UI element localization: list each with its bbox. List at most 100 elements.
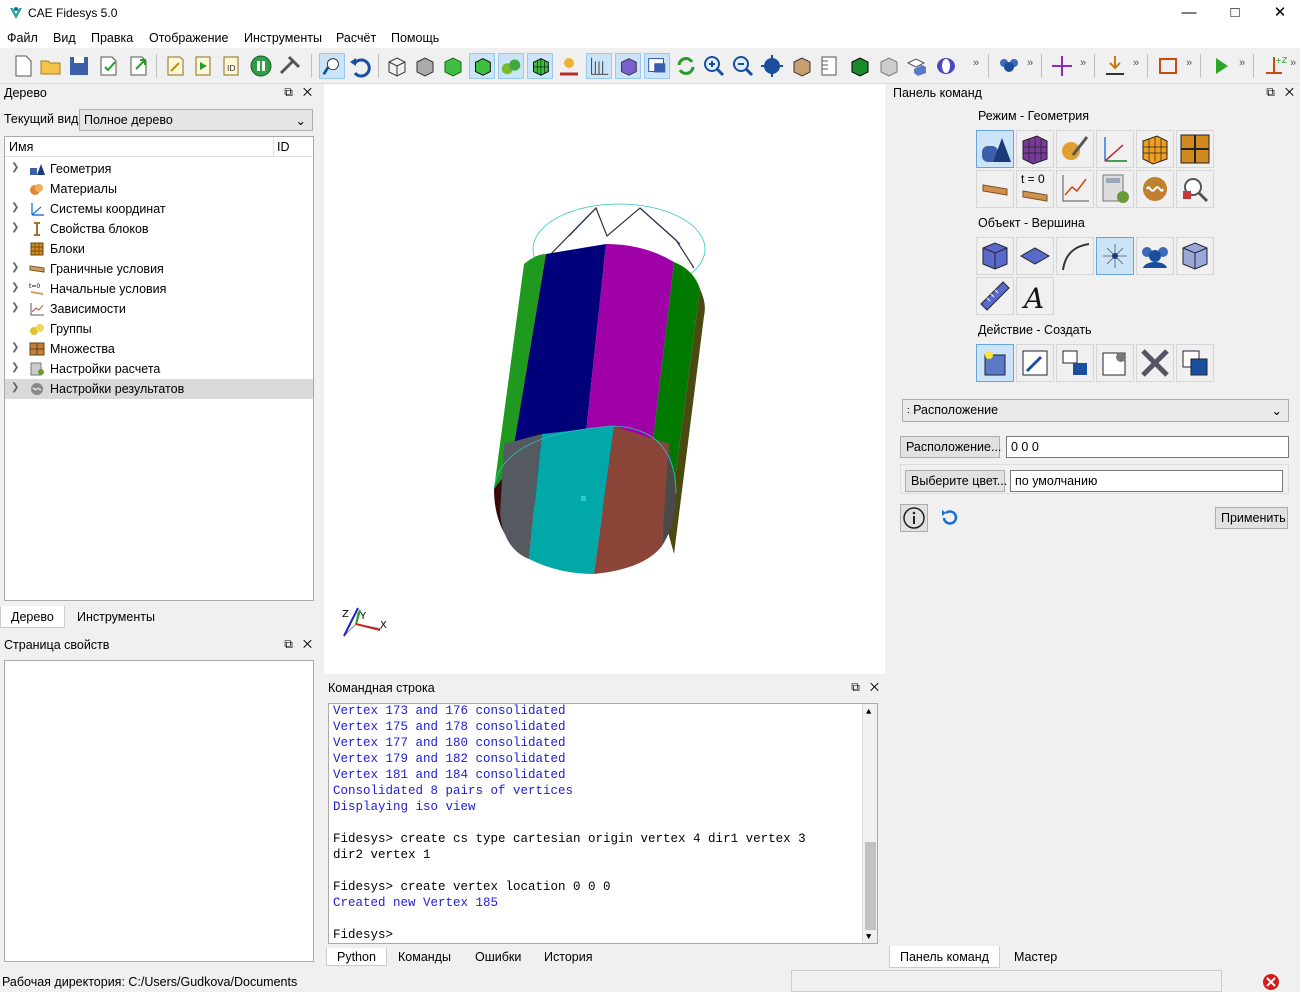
reset-icon[interactable] xyxy=(938,506,962,530)
zoom-fit-icon[interactable] xyxy=(759,53,785,79)
info-button[interactable] xyxy=(900,504,928,532)
menu-edit[interactable]: Правка xyxy=(91,31,133,45)
journal-icon[interactable] xyxy=(162,53,188,79)
tree-item-materials[interactable]: Материалы xyxy=(5,179,313,199)
float-icon[interactable]: ⧉ xyxy=(851,680,860,694)
command-select[interactable]: ∶ Расположение ⌄ xyxy=(902,399,1289,422)
close-icon[interactable]: ✕ xyxy=(303,85,312,99)
save-icon[interactable] xyxy=(66,53,92,79)
maximize-button[interactable]: □ xyxy=(1212,0,1258,28)
float-icon[interactable]: ⧉ xyxy=(284,637,293,651)
tree-item-block-properties[interactable]: ❯ Свойства блоков xyxy=(5,219,313,239)
group-view-icon[interactable] xyxy=(556,53,582,79)
col-name[interactable]: Имя xyxy=(9,140,33,154)
mode-coordinates-button[interactable] xyxy=(1096,130,1134,168)
action-modify-button[interactable] xyxy=(1016,344,1054,382)
location-input[interactable]: 0 0 0 xyxy=(1006,436,1289,458)
dimensions-icon[interactable] xyxy=(1155,53,1181,79)
axes-grid-icon[interactable] xyxy=(586,53,612,79)
mode-geometry-button[interactable] xyxy=(976,130,1014,168)
location-button[interactable]: Расположение... xyxy=(900,436,1001,458)
tab-python[interactable]: Python xyxy=(326,948,387,966)
apply-button[interactable]: Применить xyxy=(1215,507,1288,529)
tree-item-dependencies[interactable]: ❯ Зависимости xyxy=(5,299,313,319)
shaded-icon[interactable] xyxy=(439,53,465,79)
action-create-button[interactable] xyxy=(976,344,1014,382)
mode-sets-button[interactable] xyxy=(1176,130,1214,168)
export-icon[interactable] xyxy=(126,53,152,79)
import-icon[interactable] xyxy=(1102,53,1128,79)
tab-errors[interactable]: Ошибки xyxy=(465,948,531,966)
choose-color-button[interactable]: Выберите цвет... xyxy=(905,470,1007,492)
mode-ic-button[interactable]: t = 0 xyxy=(1016,170,1054,208)
scroll-down-icon[interactable]: ▼ xyxy=(866,932,871,942)
new-file-icon[interactable] xyxy=(10,53,36,79)
tab-tree[interactable]: Дерево xyxy=(0,606,65,628)
close-icon[interactable]: ✕ xyxy=(870,680,879,694)
tree-item-sets[interactable]: ❯ Множества xyxy=(5,339,313,359)
hidden-line-icon[interactable] xyxy=(411,53,437,79)
menu-help[interactable]: Помощь xyxy=(391,31,439,45)
menu-calc[interactable]: Расчёт xyxy=(336,31,376,45)
scroll-thumb[interactable] xyxy=(865,842,876,930)
object-curve-button[interactable] xyxy=(1056,237,1094,275)
tree-item-boundary-conditions[interactable]: ❯ Граничные условия xyxy=(5,259,313,279)
tab-commands[interactable]: Команды xyxy=(388,948,461,966)
cmdline-scrollbar[interactable]: ▲ ▼ xyxy=(862,704,877,943)
crosshair-icon[interactable] xyxy=(1049,53,1075,79)
action-delete-button[interactable] xyxy=(1136,344,1174,382)
tab-wizard[interactable]: Мастер xyxy=(1004,946,1067,968)
command-prompt[interactable]: Fidesys> xyxy=(333,927,393,943)
menu-file[interactable]: Файл xyxy=(7,31,38,45)
pause-icon[interactable] xyxy=(248,53,274,79)
tab-tools[interactable]: Инструменты xyxy=(67,606,165,628)
window-view-icon[interactable] xyxy=(644,53,670,79)
perspective-icon[interactable] xyxy=(615,53,641,79)
save-as-icon[interactable] xyxy=(96,53,122,79)
id-icon[interactable]: ID xyxy=(218,53,244,79)
tree-item-calc-settings[interactable]: ❯ Настройки расчета xyxy=(5,359,313,379)
run-script-icon[interactable] xyxy=(190,53,216,79)
error-indicator-icon[interactable] xyxy=(1262,973,1280,991)
open-folder-icon[interactable] xyxy=(38,53,64,79)
wireframe-icon[interactable] xyxy=(383,53,409,79)
action-transform-button[interactable] xyxy=(1056,344,1094,382)
box-view-icon[interactable] xyxy=(788,53,814,79)
view-select[interactable]: Полное дерево ⌄ xyxy=(79,109,313,131)
cmdline-output[interactable]: Vertex 173 and 176 consolidated Vertex 1… xyxy=(328,703,878,944)
mode-results-button[interactable] xyxy=(1136,170,1174,208)
float-icon[interactable]: ⧉ xyxy=(1266,85,1275,99)
tree-item-geometry[interactable]: ❯ Геометрия xyxy=(5,159,313,179)
menu-display[interactable]: Отображение xyxy=(149,31,228,45)
refresh-icon[interactable] xyxy=(673,53,699,79)
close-window-button[interactable]: ✕ xyxy=(1257,0,1300,28)
props-area[interactable] xyxy=(4,660,314,962)
action-copy-button[interactable] xyxy=(1176,344,1214,382)
mesh-view-icon[interactable] xyxy=(527,53,553,79)
model-cylinder[interactable]: Z Y X xyxy=(324,84,885,674)
scroll-up-icon[interactable]: ▲ xyxy=(866,707,871,717)
mesh-cube-icon[interactable] xyxy=(846,53,872,79)
lens-icon[interactable] xyxy=(933,53,959,79)
object-group-button[interactable] xyxy=(1136,237,1174,275)
mode-material-button[interactable] xyxy=(1056,130,1094,168)
zoom-in-icon[interactable] xyxy=(701,53,727,79)
object-volume-button[interactable] xyxy=(976,237,1014,275)
layers-icon[interactable] xyxy=(904,53,930,79)
tree-item-blocks[interactable]: Блоки xyxy=(5,239,313,259)
graphics-viewport[interactable]: Z Y X xyxy=(324,84,885,674)
menu-view[interactable]: Вид xyxy=(53,31,76,45)
mode-inspect-button[interactable] xyxy=(1176,170,1214,208)
tab-command-panel[interactable]: Панель команд xyxy=(889,946,1000,968)
col-id[interactable]: ID xyxy=(277,140,290,154)
menu-tools[interactable]: Инструменты xyxy=(244,31,322,45)
tools-icon[interactable] xyxy=(277,53,303,79)
tree-item-groups[interactable]: Группы xyxy=(5,319,313,339)
action-properties-button[interactable] xyxy=(1096,344,1134,382)
zoom-out-icon[interactable] xyxy=(730,53,756,79)
mode-blocks-button[interactable] xyxy=(1136,130,1174,168)
minimize-button[interactable]: — xyxy=(1166,0,1212,28)
close-icon[interactable]: ✕ xyxy=(1285,85,1294,99)
object-surface-button[interactable] xyxy=(1016,237,1054,275)
tree-item-initial-conditions[interactable]: ❯ t=0 Начальные условия xyxy=(5,279,313,299)
